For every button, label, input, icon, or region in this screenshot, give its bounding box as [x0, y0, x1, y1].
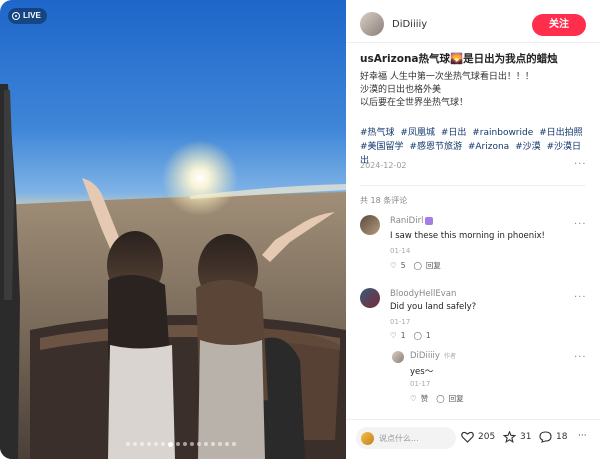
comment-count: 18 — [556, 432, 568, 442]
share-button[interactable]: ··· — [578, 431, 587, 441]
live-label: LIVE — [23, 11, 41, 20]
like-icon[interactable]: ♡ — [390, 261, 397, 270]
share-icon: ··· — [578, 431, 587, 441]
chat-icon — [539, 431, 552, 443]
comment-input[interactable]: 说点什么... — [356, 427, 456, 449]
comment-date: 01-17 — [390, 318, 411, 326]
carousel-dot[interactable] — [176, 442, 180, 446]
reply-actions: ♡ 赞 ◯ 回复 — [410, 393, 464, 404]
balloon-sunrise-photo — [0, 84, 346, 459]
comment-text: Did you land safely? — [390, 302, 477, 312]
reply-icon[interactable]: ◯ — [414, 331, 422, 340]
author-tag: 作者 — [443, 353, 456, 360]
commenter-avatar[interactable] — [360, 215, 380, 235]
tag-link[interactable]: #凤凰城 — [400, 128, 435, 138]
like-count: 5 — [400, 261, 406, 270]
post-date: 2024-12-02 — [360, 161, 407, 170]
follow-button[interactable]: 关注 — [532, 14, 586, 36]
like-count: 205 — [478, 432, 496, 442]
reply-text: yes～ — [410, 367, 434, 377]
tag-link[interactable]: #热气球 — [360, 128, 395, 138]
heart-icon — [425, 216, 434, 225]
comment-text: I saw these this morning in phoenix! — [390, 231, 545, 241]
like-label[interactable]: 赞 — [421, 393, 429, 404]
tag-link[interactable]: #沙漠 — [515, 142, 541, 152]
my-avatar — [361, 431, 374, 445]
comment-button[interactable]: 18 — [539, 431, 567, 443]
comment-placeholder[interactable]: 说点什么... — [379, 433, 419, 444]
live-icon — [12, 12, 20, 20]
comment-more-icon[interactable]: ··· — [574, 219, 587, 230]
carousel-dot[interactable] — [140, 442, 144, 446]
author-name[interactable]: DiDiiiiy — [392, 19, 427, 30]
more-options-icon[interactable]: ··· — [574, 159, 587, 170]
note-title: usArizona热气球🌄是日出为我点的蜡烛 — [360, 53, 558, 65]
comment-count: 共 18 条评论 — [360, 196, 408, 205]
carousel-dot[interactable] — [197, 442, 201, 446]
reply-avatar[interactable] — [392, 351, 404, 363]
collect-button[interactable]: 31 — [503, 431, 531, 443]
note-panel: DiDiiiiy 关注 usArizona热气球🌄是日出为我点的蜡烛 好幸福 人… — [346, 0, 600, 459]
note-scroll-area[interactable]: usArizona热气球🌄是日出为我点的蜡烛 好幸福 人生中第一次坐热气球看日出… — [346, 43, 600, 419]
like-button[interactable]: 205 — [461, 431, 495, 443]
comment-actions: ♡ 1 ◯ 1 — [390, 331, 431, 340]
tag-link[interactable]: #感恩节旅游 — [409, 142, 462, 152]
reply-author-text[interactable]: DiDiiiiy — [410, 351, 440, 361]
carousel-dot[interactable] — [161, 442, 165, 446]
tag-link[interactable]: #美国留学 — [360, 142, 404, 152]
carousel-dot[interactable] — [154, 442, 158, 446]
carousel-indicator — [126, 441, 236, 447]
carousel-dot[interactable] — [190, 442, 194, 446]
comment-date: 01-14 — [390, 247, 411, 255]
carousel-dot[interactable] — [168, 441, 173, 447]
reply-label[interactable]: 回复 — [449, 393, 464, 404]
live-badge: LIVE — [8, 8, 47, 24]
like-count: 1 — [400, 331, 406, 340]
tag-link[interactable]: #日出拍照 — [539, 128, 583, 138]
reply-more-icon[interactable]: ··· — [574, 352, 587, 363]
post-photo[interactable]: LIVE — [0, 0, 346, 459]
reply-label[interactable]: 回复 — [426, 260, 441, 271]
carousel-dot[interactable] — [232, 442, 236, 446]
carousel-dot[interactable] — [133, 442, 137, 446]
content-divider — [360, 185, 586, 186]
tag-link[interactable]: #Arizona — [468, 142, 509, 152]
note-text-line: 好幸福 人生中第一次坐热气球看日出！！！ — [360, 72, 534, 82]
carousel-dot[interactable] — [204, 442, 208, 446]
commenter-name[interactable]: RaniDirl — [390, 216, 434, 226]
carousel-dot[interactable] — [218, 442, 222, 446]
author-avatar[interactable] — [360, 12, 384, 36]
heart-icon — [461, 431, 474, 443]
carousel-dot[interactable] — [126, 442, 130, 446]
commenter-name-text[interactable]: RaniDirl — [390, 216, 423, 226]
reply-date: 01-17 — [410, 380, 431, 388]
tag-link[interactable]: #rainbowride — [472, 128, 533, 138]
like-icon[interactable]: ♡ — [390, 331, 397, 340]
reply-author-name[interactable]: DiDiiiiy 作者 — [410, 351, 456, 361]
note-text-line: 沙漠的日出也格外美 — [360, 85, 442, 95]
carousel-dot[interactable] — [225, 442, 229, 446]
note-text-line: 以后要在全世界坐热气球！ — [360, 98, 469, 108]
carousel-dot[interactable] — [183, 442, 187, 446]
reply-icon[interactable]: ◯ — [436, 394, 444, 403]
footer-divider — [346, 419, 600, 420]
like-icon[interactable]: ♡ — [410, 394, 417, 403]
comment-actions: ♡ 5 ◯ 回复 — [390, 260, 441, 271]
note-detail-card: LIVE DiDiiiiy 关注 usArizona热气球🌄是日出为我点的蜡烛 … — [0, 0, 600, 459]
collect-count: 31 — [520, 432, 532, 442]
commenter-name[interactable]: BloodyHellEvan — [390, 289, 456, 299]
author-info[interactable]: DiDiiiiy — [360, 12, 427, 36]
star-icon — [503, 431, 516, 443]
commenter-avatar[interactable] — [360, 288, 380, 308]
tag-link[interactable]: #日出 — [441, 128, 467, 138]
carousel-dot[interactable] — [211, 442, 215, 446]
comment-more-icon[interactable]: ··· — [574, 292, 587, 303]
carousel-dot[interactable] — [147, 442, 151, 446]
reply-count[interactable]: 1 — [426, 331, 431, 340]
reply-icon[interactable]: ◯ — [414, 261, 422, 270]
